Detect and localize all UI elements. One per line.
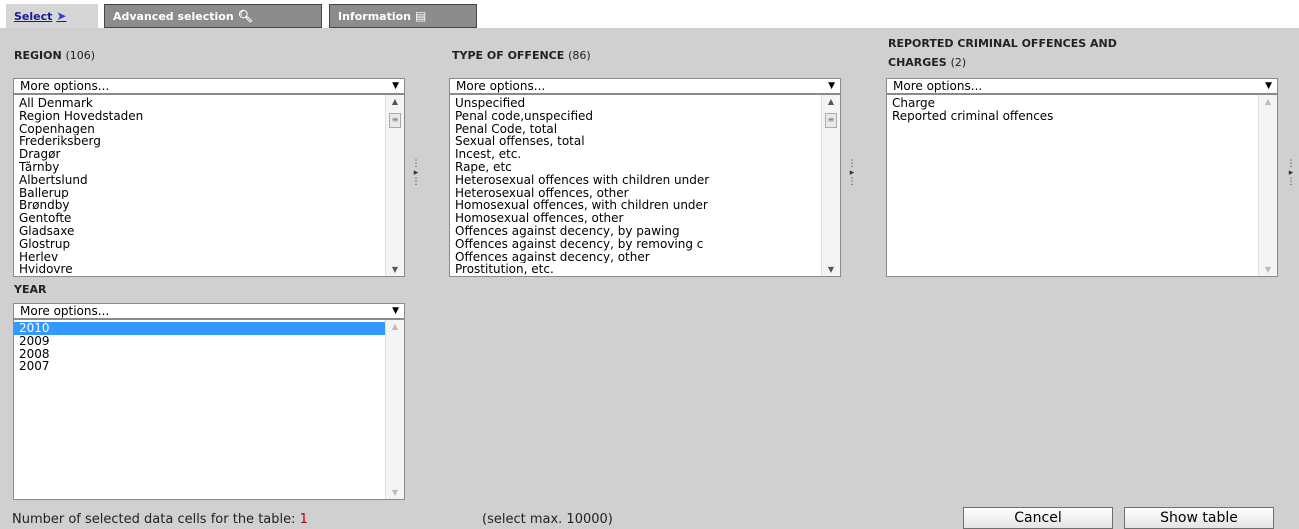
offence-count: (86) (568, 49, 591, 62)
region-list-item[interactable]: Ballerup (14, 187, 386, 200)
offence-listbox[interactable]: Unspecified Penal code,unspecified Penal C… (449, 94, 841, 277)
offence-heading: TYPE OF OFFENCE (86) (452, 46, 591, 66)
region-list-item[interactable]: Copenhagen (14, 123, 386, 136)
magnifier-icon: 🔍︎ (237, 9, 253, 23)
reported-list-item[interactable]: Charge (887, 97, 1259, 110)
chevron-down-icon: ▼ (392, 306, 399, 316)
region-list-item[interactable]: Tårnby (14, 161, 386, 174)
reported-more-options-dropdown[interactable]: More options... ▼ (886, 78, 1278, 94)
offence-scrollbar[interactable]: ▲ ≡ ▼ (821, 95, 840, 276)
region-more-options-dropdown[interactable]: More options... ▼ (13, 78, 405, 94)
offence-list-item[interactable]: Penal code,unspecified (450, 110, 822, 123)
tab-advanced-selection[interactable]: Advanced selection 🔍︎ (104, 4, 322, 28)
reported-heading: REPORTED CRIMINAL OFFENCES AND CHARGES (… (888, 34, 1117, 72)
scroll-down-icon[interactable]: ▼ (386, 488, 404, 497)
offence-list-item[interactable]: Penal Code, total (450, 123, 822, 136)
region-list-item[interactable]: Frederiksberg (14, 135, 386, 148)
region-list-item[interactable]: Glostrup (14, 238, 386, 251)
year-more-options-dropdown[interactable]: More options... ▼ (13, 303, 405, 319)
region-list-item[interactable]: All Denmark (14, 97, 386, 110)
offence-list-item[interactable]: Prostitution, etc. (450, 263, 822, 276)
year-title: YEAR (14, 283, 47, 296)
offence-title: TYPE OF OFFENCE (452, 49, 565, 62)
reported-list-item[interactable]: Reported criminal offences (887, 110, 1259, 123)
chevron-down-icon: ▼ (828, 81, 835, 91)
region-list-item[interactable]: Gentofte (14, 212, 386, 225)
reported-dropdown-label: More options... (893, 79, 983, 93)
tab-information[interactable]: Information ▤ (329, 4, 477, 28)
offence-list-item[interactable]: Homosexual offences, with children under (450, 199, 822, 212)
scroll-thumb[interactable]: ≡ (389, 113, 401, 128)
scroll-up-icon[interactable]: ▲ (822, 97, 840, 106)
year-list-item[interactable]: 2008 (14, 348, 386, 361)
region-listbox[interactable]: All Denmark Region Hovedstaden Copenhagen F… (13, 94, 405, 277)
cancel-button[interactable]: Cancel (963, 507, 1113, 529)
region-title: REGION (14, 49, 62, 62)
reported-list: Charge Reported criminal offences (887, 97, 1259, 123)
region-list-item[interactable]: Dragør (14, 148, 386, 161)
tab-select[interactable]: Select ➤ (6, 4, 98, 28)
reported-scrollbar[interactable]: ▲ ▼ (1258, 95, 1277, 276)
offence-list-item[interactable]: Offences against decency, by pawing (450, 225, 822, 238)
offence-list-item[interactable]: Offences against decency, other (450, 251, 822, 264)
year-list-item[interactable]: 2007 (14, 360, 386, 373)
year-list-item[interactable]: 2009 (14, 335, 386, 348)
scroll-thumb[interactable]: ≡ (825, 113, 837, 128)
scroll-up-icon[interactable]: ▲ (1259, 97, 1277, 106)
region-expand-handle[interactable]: ⋮ ▸ ⋮ (411, 160, 421, 187)
offence-list-item[interactable]: Heterosexual offences with children unde… (450, 174, 822, 187)
offence-list: Unspecified Penal code,unspecified Penal C… (450, 97, 822, 276)
year-list: 2010 2009 2008 2007 (14, 322, 386, 373)
reported-listbox[interactable]: Charge Reported criminal offences ▲ ▼ (886, 94, 1278, 277)
select-max-note: (select max. 10000) (482, 512, 613, 527)
region-list-item[interactable]: Hvidovre (14, 263, 386, 276)
selected-cells-count: 1 (299, 512, 308, 527)
cursor-arrow-icon: ➤ (56, 9, 67, 23)
tab-information-label: Information (338, 9, 411, 23)
region-list-item[interactable]: Herlev (14, 251, 386, 264)
offence-list-item[interactable]: Sexual offenses, total (450, 135, 822, 148)
region-count: (106) (65, 49, 96, 62)
offence-list-item[interactable]: Heterosexual offences, other (450, 187, 822, 200)
region-heading: REGION (106) (14, 46, 95, 66)
reported-expand-handle[interactable]: ⋮ ▸ ⋮ (1286, 160, 1296, 187)
offence-expand-handle[interactable]: ⋮ ▸ ⋮ (847, 160, 857, 187)
reported-count: (2) (950, 56, 967, 69)
scroll-down-icon[interactable]: ▼ (1259, 265, 1277, 274)
year-scrollbar[interactable]: ▲ ▼ (385, 320, 404, 499)
show-table-button[interactable]: Show table (1124, 507, 1274, 529)
tab-advanced-selection-label: Advanced selection (113, 9, 234, 23)
offence-more-options-dropdown[interactable]: More options... ▼ (449, 78, 841, 94)
region-list: All Denmark Region Hovedstaden Copenhagen F… (14, 97, 386, 276)
info-icon: ▤ (415, 9, 427, 23)
region-list-item[interactable]: Gladsaxe (14, 225, 386, 238)
selected-cells-status: Number of selected data cells for the ta… (12, 512, 308, 527)
year-heading: YEAR (14, 280, 46, 300)
tab-bar: Select ➤ Advanced selection 🔍︎ Informati… (0, 0, 1299, 28)
scroll-down-icon[interactable]: ▼ (822, 265, 840, 274)
region-list-item[interactable]: Region Hovedstaden (14, 110, 386, 123)
region-scrollbar[interactable]: ▲ ≡ ▼ (385, 95, 404, 276)
offence-list-item[interactable]: Unspecified (450, 97, 822, 110)
selected-cells-label: Number of selected data cells for the ta… (12, 512, 296, 527)
chevron-down-icon: ▼ (1265, 81, 1272, 91)
chevron-down-icon: ▼ (392, 81, 399, 91)
reported-title-line1: REPORTED CRIMINAL OFFENCES AND (888, 37, 1117, 50)
region-list-item[interactable]: Albertslund (14, 174, 386, 187)
offence-list-item[interactable]: Homosexual offences, other (450, 212, 822, 225)
offence-list-item[interactable]: Incest, etc. (450, 148, 822, 161)
offence-list-item[interactable]: Offences against decency, by removing c (450, 238, 822, 251)
scroll-down-icon[interactable]: ▼ (386, 265, 404, 274)
region-dropdown-label: More options... (20, 79, 110, 93)
year-list-item[interactable]: 2010 (14, 322, 386, 335)
offence-dropdown-label: More options... (456, 79, 546, 93)
year-listbox[interactable]: 2010 2009 2008 2007 ▲ ▼ (13, 319, 405, 500)
tab-select-label: Select (14, 9, 53, 23)
scroll-up-icon[interactable]: ▲ (386, 322, 404, 331)
year-dropdown-label: More options... (20, 304, 110, 318)
reported-title-line2: CHARGES (888, 56, 947, 69)
scroll-up-icon[interactable]: ▲ (386, 97, 404, 106)
offence-list-item[interactable]: Rape, etc (450, 161, 822, 174)
region-list-item[interactable]: Brøndby (14, 199, 386, 212)
